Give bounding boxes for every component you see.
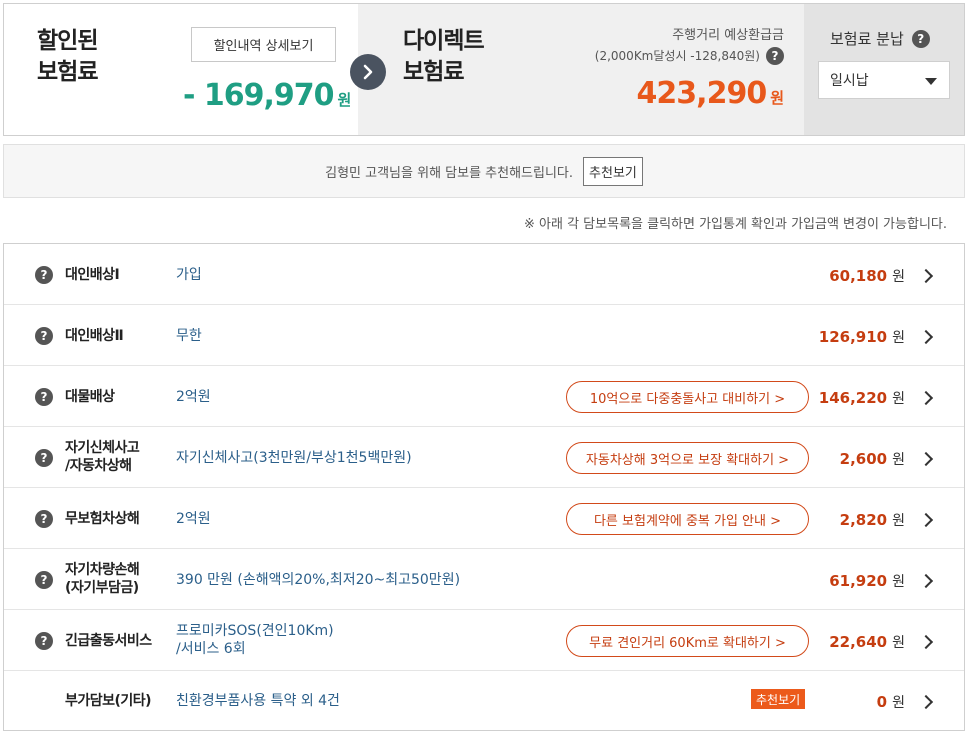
payment-select[interactable]: 일시납	[818, 61, 950, 99]
coverage-amount: 2,820 원	[839, 511, 905, 529]
question-circle-icon[interactable]: ?	[35, 571, 53, 589]
recommend-view-button[interactable]: 추천보기	[583, 156, 643, 186]
question-circle-icon[interactable]: ?	[35, 266, 53, 284]
coverage-list: ? 대인배상Ⅰ 가입 60,180 원 ? 대인배상Ⅱ 무한 126,910 원 ?…	[3, 243, 965, 731]
coverage-amount: 22,640 원	[829, 633, 905, 651]
coverage-amount: 0원	[876, 693, 905, 711]
coverage-amount: 126,910 원	[818, 328, 905, 346]
coverage-row-own-damage[interactable]: ? 자기차량손해 (자기부담금) 390 만원 (손해액의20%,최저20~최고…	[4, 549, 964, 610]
coverage-notice: ※ 아래 각 담보목록을 클릭하면 가입통계 확인과 가입금액 변경이 가능합니…	[524, 217, 947, 232]
coverage-row-additional[interactable]: 부가담보(기타) 친환경부품사용 특약 외 4건 추천보기 0원	[4, 671, 964, 730]
chevron-right-icon	[918, 329, 934, 345]
chevron-right-icon	[918, 512, 934, 528]
coverage-amount: 2,600 원	[839, 450, 905, 468]
refund-title: 주행거리 예상환급금	[672, 28, 784, 43]
arrow-right-circle-icon	[350, 54, 386, 90]
question-circle-icon[interactable]: ?	[35, 632, 53, 650]
chevron-right-icon	[918, 694, 934, 710]
coverage-amount: 61,920 원	[829, 572, 905, 590]
coverage-row-property-damage[interactable]: ? 대물배상 2억원 10억으로 다중충돌사고 대비하기 > 146,220 원	[4, 366, 964, 427]
discount-panel: 할인된 보험료 할인내역 상세보기 - 169,970 원	[4, 4, 358, 135]
refund-detail: (2,000Km달성시 -128,840원)	[594, 49, 760, 63]
chevron-right-icon	[918, 451, 934, 467]
mileage-refund-note: 주행거리 예상환급금 (2,000Km달성시 -128,840원) ?	[595, 26, 784, 66]
chevron-right-icon	[918, 634, 934, 650]
coverage-amount: 60,180 원	[829, 267, 905, 285]
extend-towing-button[interactable]: 무료 견인거리 60Km로 확대하기 >	[566, 625, 809, 657]
upgrade-auto-injury-button[interactable]: 자동차상해 3억으로 보장 확대하기 >	[566, 442, 809, 474]
question-circle-icon[interactable]: ?	[35, 327, 53, 345]
caret-down-icon	[925, 78, 937, 85]
question-circle-icon[interactable]: ?	[35, 449, 53, 467]
coverage-row-personal-injury[interactable]: ? 자기신체사고 /자동차상해 자기신체사고(3천만원/부상1천5백만원) 자동…	[4, 427, 964, 488]
payment-panel: 보험료 분납 ? 일시납	[804, 4, 964, 135]
direct-amount: 423,290 원	[636, 76, 784, 111]
duplicate-coverage-info-button[interactable]: 다른 보험계약에 중복 가입 안내 >	[566, 503, 809, 535]
coverage-row-emergency-service[interactable]: ? 긴급출동서비스 프로미카SOS(견인10Km) /서비스 6회 무료 견인거…	[4, 610, 964, 671]
question-circle-icon[interactable]: ?	[766, 47, 784, 65]
direct-premium-label: 다이렉트 보험료	[403, 28, 485, 85]
question-circle-icon[interactable]: ?	[35, 510, 53, 528]
chevron-right-icon	[918, 268, 934, 284]
coverage-row-bodily-injury-2[interactable]: ? 대인배상Ⅱ 무한 126,910 원	[4, 305, 964, 366]
discount-premium-label: 할인된 보험료	[37, 28, 98, 85]
recommendation-text: 김형민 고객님을 위해 담보를 추천해드립니다.	[325, 165, 574, 181]
coverage-row-bodily-injury-1[interactable]: ? 대인배상Ⅰ 가입 60,180 원	[4, 244, 964, 305]
premium-summary: 할인된 보험료 할인내역 상세보기 - 169,970 원 다이렉트 보험료 주행…	[3, 3, 965, 136]
recommendation-bar: 김형민 고객님을 위해 담보를 추천해드립니다. 추천보기	[3, 144, 965, 198]
discount-amount: - 169,970 원	[183, 78, 352, 113]
recommend-badge-button[interactable]: 추천보기	[751, 689, 806, 709]
coverage-row-uninsured-motorist[interactable]: ? 무보험차상해 2억원 다른 보험계약에 중복 가입 안내 > 2,820 원	[4, 488, 964, 549]
discount-detail-button[interactable]: 할인내역 상세보기	[191, 27, 336, 62]
chevron-right-icon	[918, 573, 934, 589]
upgrade-property-damage-button[interactable]: 10억으로 다중충돌사고 대비하기 >	[566, 381, 809, 413]
payment-title: 보험료 분납 ?	[830, 28, 930, 49]
coverage-amount: 146,220 원	[818, 389, 905, 407]
question-circle-icon[interactable]: ?	[35, 388, 53, 406]
direct-panel: 다이렉트 보험료 주행거리 예상환급금 (2,000Km달성시 -128,840…	[358, 4, 804, 135]
question-circle-icon[interactable]: ?	[911, 29, 930, 48]
chevron-right-icon	[918, 390, 934, 406]
